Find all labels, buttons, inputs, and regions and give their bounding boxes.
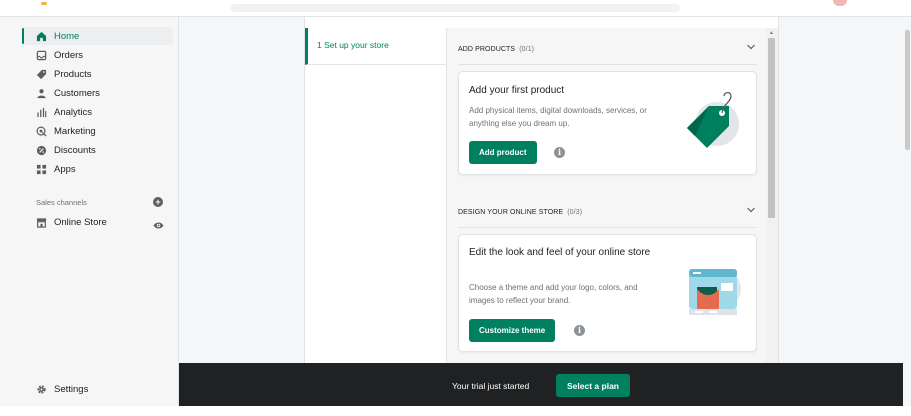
window-bottom-edge — [0, 406, 911, 416]
search-input[interactable] — [230, 4, 680, 12]
sidebar-item-analytics[interactable]: Analytics — [22, 103, 173, 121]
sidebar-item-apps[interactable]: Apps — [22, 160, 173, 178]
discount-icon — [34, 143, 48, 157]
sidebar-item-label: Discounts — [54, 144, 96, 156]
group-progress: (0/1) — [519, 45, 535, 53]
chevron-down-icon[interactable] — [746, 43, 756, 53]
sidebar-item-settings[interactable]: Settings — [22, 380, 173, 398]
eye-icon[interactable] — [153, 217, 164, 235]
sidebar-item-online-store[interactable]: Online Store — [22, 213, 173, 231]
avatar[interactable] — [833, 0, 847, 6]
trial-banner — [179, 363, 903, 406]
setup-scrollbar-thumb[interactable] — [768, 38, 775, 218]
sidebar-item-label: Online Store — [54, 216, 107, 228]
card-description: Choose a theme and add your logo, colors… — [469, 283, 638, 305]
sidebar-item-label: Settings — [54, 383, 89, 395]
select-plan-button[interactable]: Select a plan — [556, 374, 630, 397]
add-products-header[interactable]: ADD PRODUCTS (0/1) — [458, 40, 758, 58]
sidebar-item-home[interactable]: Home — [22, 27, 173, 45]
gear-icon — [34, 382, 48, 396]
tab-set-up-store[interactable]: 1 Set up your store — [305, 28, 446, 65]
info-icon[interactable]: i — [554, 147, 565, 158]
add-product-card: Add your first product Add physical item… — [458, 71, 757, 175]
card-title: Add your first product — [469, 85, 565, 96]
card-description: Add physical items, digital downloads, s… — [469, 106, 647, 128]
orders-icon — [34, 48, 48, 62]
group-title: ADD PRODUCTS — [458, 45, 516, 53]
trial-message: Your trial just started — [452, 381, 530, 391]
store-logo[interactable] — [41, 2, 47, 5]
add-sales-channel-button[interactable]: + — [153, 197, 163, 207]
theme-illustration-icon — [685, 263, 745, 324]
apps-icon — [34, 162, 48, 176]
info-icon[interactable]: i — [574, 325, 585, 336]
sidebar-item-marketing[interactable]: Marketing — [22, 122, 173, 140]
sidebar-item-customers[interactable]: Customers — [22, 84, 173, 102]
person-icon — [34, 86, 48, 100]
chevron-down-icon[interactable] — [746, 206, 756, 216]
store-icon — [34, 215, 48, 229]
sidebar-item-discounts[interactable]: Discounts — [22, 141, 173, 159]
page-scrollbar-thumb[interactable] — [905, 30, 910, 150]
sales-channels-heading: Sales channels — [36, 198, 87, 207]
sidebar-item-label: Products — [54, 68, 92, 80]
group-progress: (0/3) — [567, 208, 583, 216]
customize-theme-button[interactable]: Customize theme — [469, 319, 556, 342]
sidebar-item-label: Orders — [54, 49, 84, 61]
home-icon — [34, 29, 48, 43]
scroll-up-arrow-icon[interactable]: ▲ — [769, 30, 774, 36]
sidebar-item-orders[interactable]: Orders — [22, 46, 173, 64]
divider — [458, 64, 757, 65]
sidebar-item-label: Home — [54, 30, 80, 42]
sidebar-item-products[interactable]: Products — [22, 65, 173, 83]
sidebar-item-label: Customers — [54, 87, 100, 99]
bar-chart-icon — [34, 105, 48, 119]
group-title: DESIGN YOUR ONLINE STORE — [458, 208, 564, 216]
card-title: Edit the look and feel of your online st… — [469, 247, 651, 258]
sidebar-item-label: Analytics — [54, 106, 93, 118]
top-bar — [0, 0, 911, 17]
target-icon — [34, 124, 48, 138]
customize-theme-card: Edit the look and feel of your online st… — [458, 234, 757, 352]
sidebar-item-label: Marketing — [54, 125, 96, 137]
sidebar-item-label: Apps — [54, 163, 76, 175]
add-product-button[interactable]: Add product — [469, 141, 537, 164]
divider — [458, 227, 757, 228]
design-store-header[interactable]: DESIGN YOUR ONLINE STORE (0/3) — [458, 203, 758, 221]
tag-icon — [34, 67, 48, 81]
product-tag-illustration-icon — [681, 91, 745, 157]
